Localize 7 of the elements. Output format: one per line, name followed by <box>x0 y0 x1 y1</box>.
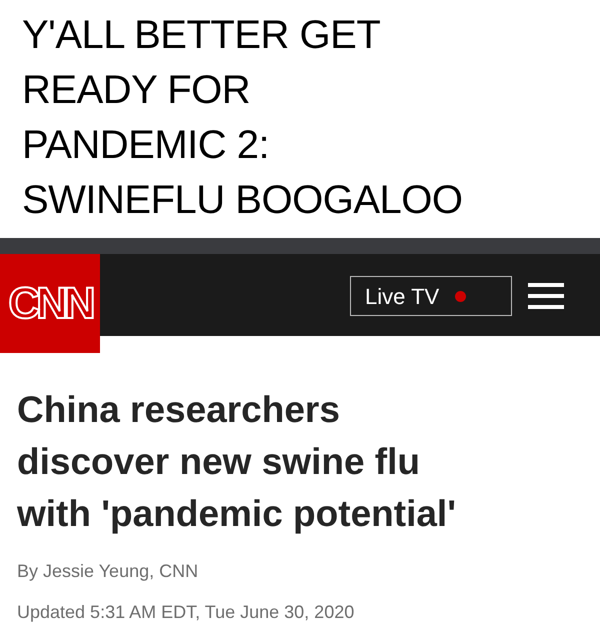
live-tv-button[interactable]: Live TV <box>350 276 512 316</box>
meme-caption: Y'ALL BETTER GET READY FOR PANDEMIC 2: SWINEFLU BOOGALOO <box>22 12 464 224</box>
menu-icon[interactable] <box>528 283 564 309</box>
updated-timestamp: Updated 5:31 AM EDT, Tue June 30, 2020 <box>17 601 356 624</box>
logo[interactable]: CNN <box>0 254 100 353</box>
headline: China researchers discover new swine flu with 'pandemic potential' <box>17 388 458 536</box>
byline: By Jessie Yeung, CNN <box>17 560 200 583</box>
